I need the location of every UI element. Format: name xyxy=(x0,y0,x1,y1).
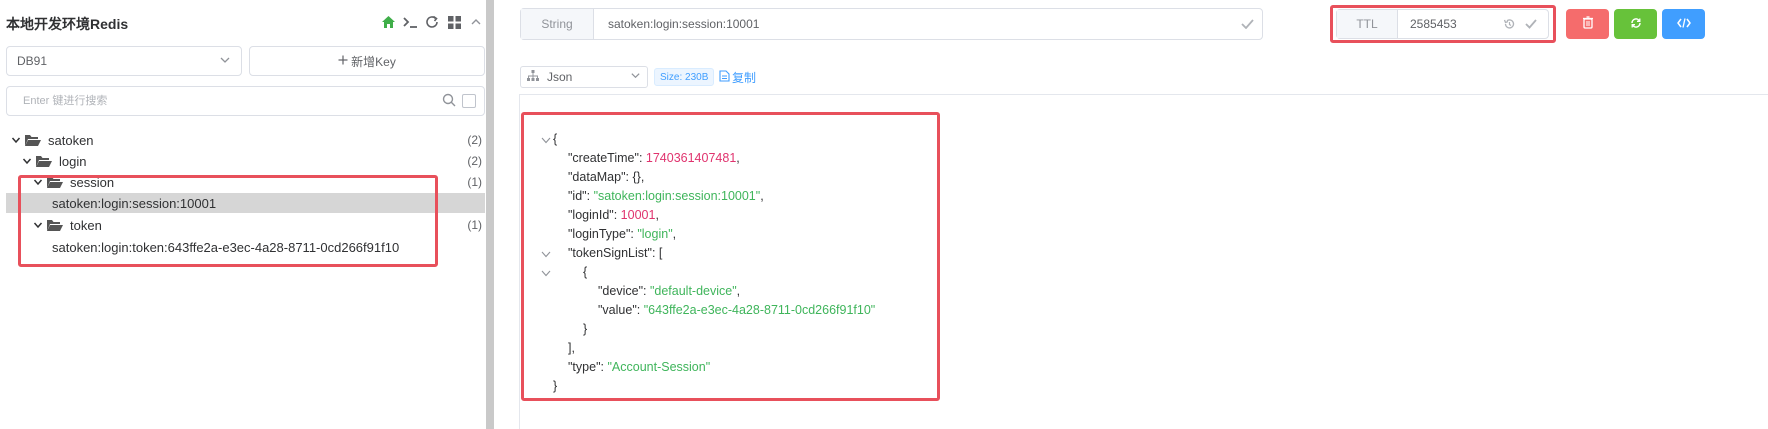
check-icon[interactable] xyxy=(1232,19,1262,29)
json-line: ], xyxy=(568,341,575,355)
tree-node-count: (1) xyxy=(467,175,482,189)
tree-node-label: token xyxy=(70,217,102,233)
tree-node-count: (1) xyxy=(467,218,482,232)
tree-node-label: session xyxy=(70,174,115,190)
chevron-down-icon xyxy=(630,70,641,84)
tree-node-token[interactable]: token (1) xyxy=(6,215,485,235)
copy-label: 复制 xyxy=(732,71,757,85)
fold-toggle-icon[interactable] xyxy=(540,268,552,278)
json-line: "device": "default-device", xyxy=(598,284,741,298)
ttl-input[interactable]: 2585453 xyxy=(1398,17,1498,31)
trash-icon xyxy=(1582,16,1594,32)
chevron-down-icon xyxy=(32,220,44,230)
new-key-label: 新增Key xyxy=(351,54,396,69)
refresh-key-button[interactable] xyxy=(1614,9,1657,39)
json-line: { xyxy=(553,132,558,146)
header-icons xyxy=(380,14,484,30)
plus-icon xyxy=(338,54,348,68)
db-select[interactable]: DB91 xyxy=(6,46,242,76)
folder-open-icon xyxy=(24,134,42,147)
json-line: "type": "Account-Session" xyxy=(568,360,711,374)
code-icon xyxy=(1676,17,1691,32)
tree-node-session[interactable]: session (1) xyxy=(6,172,485,192)
ttl-label: TTL xyxy=(1337,10,1398,38)
key-name-bar: String satoken:login:session:10001 xyxy=(520,8,1263,40)
home-icon[interactable] xyxy=(380,14,396,30)
chevron-down-icon xyxy=(219,54,231,69)
db-select-value: DB91 xyxy=(17,54,48,68)
tree-node-label: satoken xyxy=(48,132,94,148)
folder-open-icon xyxy=(46,219,64,232)
new-key-button[interactable]: 新增Key xyxy=(249,46,485,76)
tree-node-satoken[interactable]: satoken (2) xyxy=(6,130,485,150)
copy-icon xyxy=(719,70,730,85)
json-line: { xyxy=(583,265,588,279)
json-line: "loginId": 10001, xyxy=(568,208,659,222)
refresh-icon[interactable] xyxy=(424,14,440,30)
refresh-icon xyxy=(1630,17,1642,32)
chevron-down-icon xyxy=(32,177,44,187)
grid-icon[interactable] xyxy=(446,14,462,30)
tree-key-session-10001[interactable]: satoken:login:session:10001 xyxy=(6,193,485,213)
sidebar-scrollbar[interactable] xyxy=(486,0,494,429)
json-editor[interactable] xyxy=(519,94,1768,429)
delete-key-button[interactable] xyxy=(1566,9,1609,39)
copy-button[interactable]: 复制 xyxy=(719,69,756,86)
history-icon[interactable] xyxy=(1498,18,1520,30)
tree-node-count: (2) xyxy=(467,133,482,147)
chevron-up-icon[interactable] xyxy=(468,14,484,30)
key-name-input[interactable]: satoken:login:session:10001 xyxy=(594,17,1232,31)
folder-open-icon xyxy=(46,176,64,189)
tree-key-label: satoken:login:token:643ffe2a-e3ec-4a28-8… xyxy=(52,239,400,255)
fold-toggle-icon[interactable] xyxy=(540,249,552,259)
chevron-down-icon xyxy=(10,135,22,145)
tree-node-label: login xyxy=(59,153,87,169)
folder-open-icon xyxy=(35,155,53,168)
json-line: "loginType": "login", xyxy=(568,227,677,241)
tree-node-count: (2) xyxy=(467,154,482,168)
key-type-label: String xyxy=(521,9,594,39)
json-line: } xyxy=(583,322,588,336)
format-select-value: Json xyxy=(547,70,573,84)
size-badge: Size: 230B xyxy=(654,68,715,86)
sitemap-icon xyxy=(527,70,539,84)
chevron-down-icon xyxy=(21,156,33,166)
check-icon[interactable] xyxy=(1520,19,1542,29)
search-input[interactable] xyxy=(21,94,442,108)
json-line: "createTime": 1740361407481, xyxy=(568,151,740,165)
json-line: "tokenSignList": [ xyxy=(568,246,663,260)
json-line: } xyxy=(553,379,558,393)
format-select[interactable]: Json xyxy=(520,66,648,88)
terminal-icon[interactable] xyxy=(402,14,418,30)
app-title: 本地开发环境Redis xyxy=(6,16,129,32)
exact-search-checkbox[interactable] xyxy=(462,94,476,108)
json-line: "value": "643ffe2a-e3ec-4a28-8711-0cd266… xyxy=(598,303,876,317)
ttl-bar: TTL 2585453 xyxy=(1336,9,1549,39)
fold-toggle-icon[interactable] xyxy=(540,135,552,145)
key-search xyxy=(6,86,485,116)
tree-node-login[interactable]: login (2) xyxy=(6,151,485,171)
search-icon[interactable] xyxy=(442,93,456,110)
dump-command-button[interactable] xyxy=(1662,9,1705,39)
tree-key-token[interactable]: satoken:login:token:643ffe2a-e3ec-4a28-8… xyxy=(6,237,485,257)
tree-key-label: satoken:login:session:10001 xyxy=(52,195,217,211)
json-line: "id": "satoken:login:session:10001", xyxy=(568,189,764,203)
json-line: "dataMap": {}, xyxy=(568,170,645,184)
